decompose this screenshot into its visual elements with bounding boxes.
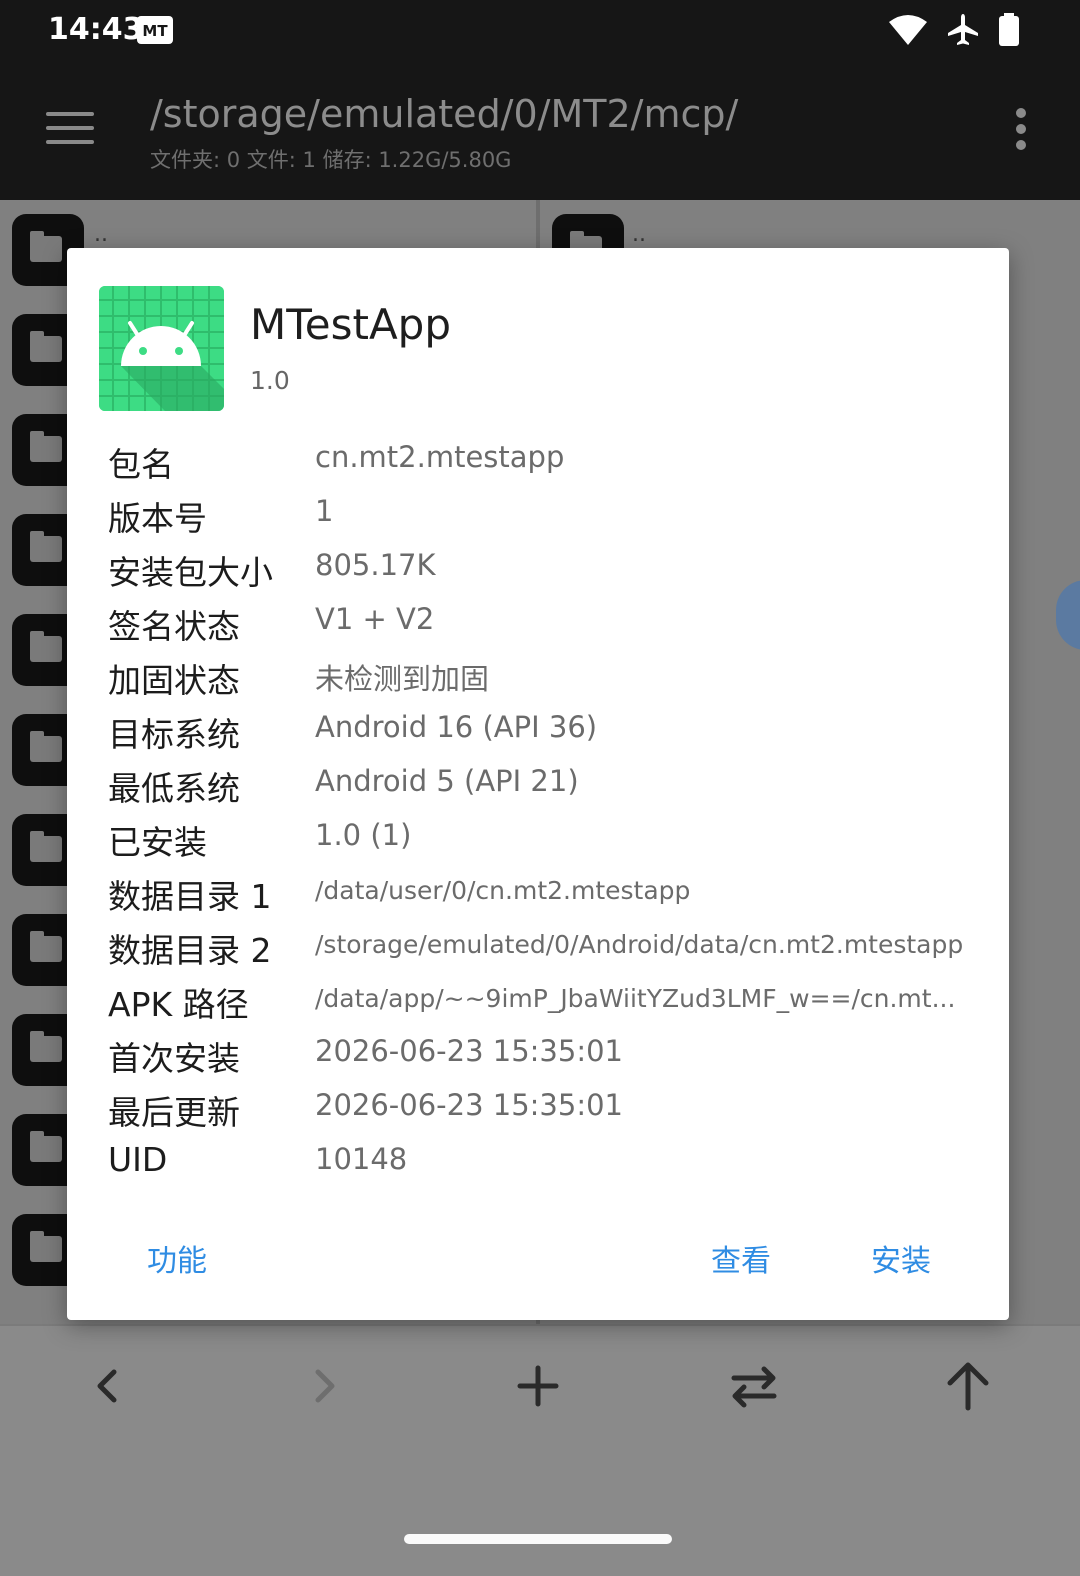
app-name: MTestApp <box>250 300 451 349</box>
info-value[interactable]: /data/user/0/cn.mt2.mtestapp <box>315 876 690 905</box>
battery-icon <box>999 13 1019 46</box>
info-label: 最后更新 <box>108 1093 240 1132</box>
info-row-last-update: 最后更新 2026-06-23 15:35:01 <box>108 1086 988 1140</box>
info-label: 数据目录 1 <box>108 877 272 916</box>
more-options-icon[interactable] <box>1016 108 1028 156</box>
info-label: UID <box>108 1140 168 1179</box>
info-value: 10148 <box>315 1142 408 1176</box>
wifi-icon <box>889 15 927 45</box>
info-row-uid: UID 10148 <box>108 1140 988 1194</box>
info-label: 版本号 <box>108 499 207 538</box>
info-value: 未检测到加固 <box>315 662 490 696</box>
view-button[interactable]: 查看 <box>703 1232 779 1284</box>
add-icon[interactable] <box>498 1356 578 1416</box>
info-label: APK 路径 <box>108 985 249 1024</box>
info-label: 首次安装 <box>108 1039 240 1078</box>
parent-dir-label: .. <box>632 222 646 247</box>
app-version: 1.0 <box>250 366 290 395</box>
info-value: 1 <box>315 494 334 528</box>
info-value: 805.17K <box>315 548 436 582</box>
toolbar: /storage/emulated/0/MT2/mcp/ 文件夹: 0 文件: … <box>0 62 1080 200</box>
info-value: Android 16 (API 36) <box>315 710 598 744</box>
info-row-size: 安装包大小 805.17K <box>108 546 988 600</box>
info-row-first-install: 首次安装 2026-06-23 15:35:01 <box>108 1032 988 1086</box>
swap-icon[interactable] <box>714 1356 794 1416</box>
info-label: 加固状态 <box>108 661 240 700</box>
info-value: Android 5 (API 21) <box>315 764 579 798</box>
forward-arrow-icon[interactable] <box>284 1356 364 1416</box>
path-summary: 文件夹: 0 文件: 1 储存: 1.22G/5.80G <box>150 148 512 172</box>
parent-dir-label: .. <box>94 222 108 247</box>
current-path: /storage/emulated/0/MT2/mcp/ <box>150 92 739 136</box>
info-row-signature: 签名状态 V1 + V2 <box>108 600 988 654</box>
app-icon <box>99 286 224 411</box>
info-row-min-sdk: 最低系统 Android 5 (API 21) <box>108 762 988 816</box>
up-arrow-icon[interactable] <box>928 1356 1008 1416</box>
info-value[interactable]: /storage/emulated/0/Android/data/cn.mt2.… <box>315 930 963 959</box>
info-label: 安装包大小 <box>108 553 273 592</box>
info-value: 2026-06-23 15:35:01 <box>315 1088 623 1122</box>
info-label: 签名状态 <box>108 607 240 646</box>
status-time: 14:43 <box>48 12 144 47</box>
status-bar: 14:43 MT <box>0 0 1080 62</box>
info-row-installed: 已安装 1.0 (1) <box>108 816 988 870</box>
back-arrow-icon[interactable] <box>68 1356 148 1416</box>
info-row-hardening: 加固状态 未检测到加固 <box>108 654 988 708</box>
info-row-version-code: 版本号 1 <box>108 492 988 546</box>
mt-notification-icon: MT <box>137 16 173 44</box>
info-value: V1 + V2 <box>315 602 435 636</box>
info-value: 1.0 (1) <box>315 818 412 852</box>
info-value: 2026-06-23 15:35:01 <box>315 1034 623 1068</box>
info-row-target-sdk: 目标系统 Android 16 (API 36) <box>108 708 988 762</box>
info-label: 包名 <box>108 445 174 484</box>
info-label: 目标系统 <box>108 715 240 754</box>
info-label: 最低系统 <box>108 769 240 808</box>
info-value[interactable]: /data/app/~~9imP_JbaWiitYZud3LMF_w==/cn.… <box>315 984 955 1013</box>
menu-icon[interactable] <box>46 112 94 148</box>
info-row-data-dir-2: 数据目录 2 /storage/emulated/0/Android/data/… <box>108 924 988 978</box>
home-indicator[interactable] <box>404 1534 672 1544</box>
apk-info-dialog: MTestApp 1.0 包名 cn.mt2.mtestapp 版本号 1 安装… <box>67 248 1009 1320</box>
functions-button[interactable]: 功能 <box>139 1232 215 1284</box>
airplane-icon <box>948 14 978 45</box>
info-label: 数据目录 2 <box>108 931 272 970</box>
install-button[interactable]: 安装 <box>863 1232 939 1284</box>
info-row-apk-path: APK 路径 /data/app/~~9imP_JbaWiitYZud3LMF_… <box>108 978 988 1032</box>
info-row-package: 包名 cn.mt2.mtestapp <box>108 438 988 492</box>
bottom-navigation <box>0 1324 1080 1576</box>
info-label: 已安装 <box>108 823 207 862</box>
status-icons <box>888 12 1020 48</box>
info-row-data-dir-1: 数据目录 1 /data/user/0/cn.mt2.mtestapp <box>108 870 988 924</box>
info-value: cn.mt2.mtestapp <box>315 440 565 474</box>
